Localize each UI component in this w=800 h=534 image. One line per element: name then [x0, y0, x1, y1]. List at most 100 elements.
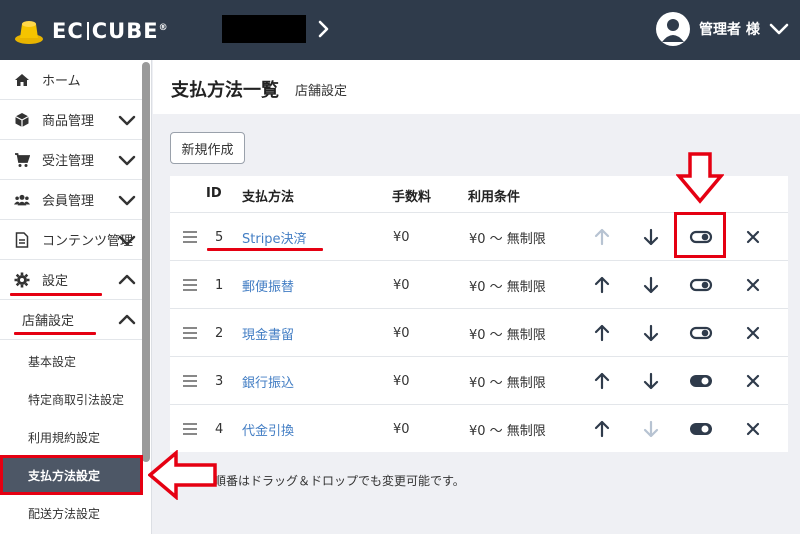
ec-cube-logo[interactable]: EC CUBE® [14, 14, 169, 48]
column-header-condition: 利用条件 [468, 190, 521, 205]
arrow-down-icon[interactable] [641, 275, 661, 295]
column-header-fee: 手数料 [392, 190, 432, 205]
sidebar-subitem-label: 特定商取引法設定 [28, 392, 125, 407]
cell-condition: ¥0 ～ 無制限 [469, 279, 546, 295]
logo-text-right: CUBE [91, 19, 159, 43]
payment-method-link[interactable]: Stripe決済 [242, 213, 307, 261]
cell-condition: ¥0 ～ 無制限 [469, 327, 546, 343]
sidebar-subitem-terms[interactable]: 利用規約設定 [0, 418, 142, 456]
annotation-arrow-left-icon [148, 450, 217, 500]
visibility-toggle-icon[interactable] [688, 323, 714, 343]
logo-mark: ® [158, 23, 169, 33]
drag-handle-icon[interactable] [180, 323, 200, 343]
chevron-down-icon[interactable] [118, 151, 136, 169]
payment-method-link[interactable]: 郵便振替 [242, 261, 294, 309]
column-header-method: 支払方法 [242, 190, 295, 205]
cell-fee: ¥0 [393, 421, 410, 437]
chevron-down-icon[interactable] [768, 18, 790, 40]
cell-fee: ¥0 [393, 373, 410, 389]
sidebar-item-label: ホーム [42, 74, 81, 89]
annotation-underline-stripe [207, 248, 323, 251]
visibility-toggle-icon[interactable] [688, 371, 714, 391]
payment-method-link[interactable]: 代金引換 [242, 405, 294, 453]
payment-method-link[interactable]: 銀行振込 [242, 357, 294, 405]
sidebar-item-label: 会員管理 [42, 194, 95, 209]
arrow-down-icon[interactable] [641, 371, 661, 391]
logo-separator [86, 22, 89, 40]
sidebar-item-label: 設定 [42, 274, 69, 289]
table-row[interactable]: 1 郵便振替 ¥0 ¥0 ～ 無制限 [170, 260, 788, 308]
annotation-box-toggle [674, 212, 726, 258]
visibility-toggle-icon[interactable] [688, 419, 714, 439]
payment-method-link[interactable]: 現金書留 [242, 309, 294, 357]
arrow-up-icon[interactable] [592, 419, 612, 439]
drag-handle-icon[interactable] [180, 275, 200, 295]
arrow-down-icon[interactable] [641, 323, 661, 343]
cell-fee: ¥0 [393, 277, 410, 293]
chevron-up-icon[interactable] [118, 311, 136, 329]
sidebar-subitem-label: 利用規約設定 [28, 430, 101, 445]
sidebar-item-customers[interactable]: 会員管理 [0, 180, 142, 220]
cube-icon [14, 112, 30, 128]
cell-id: 1 [215, 277, 224, 293]
delete-icon[interactable] [743, 323, 763, 343]
chevron-right-icon[interactable] [315, 16, 333, 42]
sidebar-subheader-label: 店舗設定 [22, 314, 75, 329]
page-title: 支払方法一覧 [171, 80, 279, 101]
drag-handle-icon[interactable] [180, 371, 200, 391]
user-menu[interactable]: 管理者 様 [656, 12, 790, 46]
arrow-up-icon [594, 228, 610, 246]
shop-name-redacted[interactable] [222, 15, 306, 43]
arrow-up-icon[interactable] [592, 275, 612, 295]
new-payment-button[interactable]: 新規作成 [170, 132, 245, 164]
sidebar-item-contents[interactable]: コンテンツ管理 [0, 220, 142, 260]
page-titlebar: 支払方法一覧 店舗設定 [153, 60, 800, 114]
arrow-up-icon[interactable] [592, 323, 612, 343]
user-name: 管理者 様 [699, 22, 760, 38]
chevron-down-icon[interactable] [118, 191, 136, 209]
visibility-toggle-icon[interactable] [688, 275, 714, 295]
page-subtitle: 店舗設定 [295, 84, 348, 99]
sidebar-item-products[interactable]: 商品管理 [0, 100, 142, 140]
annotation-arrow-down-icon [676, 152, 724, 204]
cell-fee: ¥0 [393, 325, 410, 341]
drag-handle-icon[interactable] [180, 419, 200, 439]
arrow-up-icon[interactable] [592, 371, 612, 391]
sidebar-item-label: 受注管理 [42, 154, 95, 169]
sidebar-item-label: 商品管理 [42, 114, 95, 129]
arrow-down-icon[interactable] [641, 227, 661, 247]
delete-icon[interactable] [743, 419, 763, 439]
logo-hat-icon [15, 21, 43, 44]
chevron-down-icon[interactable] [118, 111, 136, 129]
cell-id: 2 [215, 325, 224, 341]
sidebar-subitem-label: 基本設定 [28, 354, 77, 369]
document-icon [14, 231, 30, 248]
column-header-id: ID [206, 186, 222, 201]
delete-icon[interactable] [743, 227, 763, 247]
table-row[interactable]: 2 現金書留 ¥0 ¥0 ～ 無制限 [170, 308, 788, 356]
annotation-box-payment-nav [0, 455, 143, 495]
drag-drop-note: 順番はドラッグ＆ドロップでも変更可能です。 [214, 474, 465, 488]
table-row[interactable]: 4 代金引換 ¥0 ¥0 ～ 無制限 [170, 404, 788, 452]
cell-condition: ¥0 ～ 無制限 [469, 231, 546, 247]
sidebar-subitem-basic[interactable]: 基本設定 [0, 342, 142, 380]
sidebar-subitem-delivery[interactable]: 配送方法設定 [0, 494, 142, 532]
sidebar-scrollbar[interactable] [142, 62, 150, 462]
cell-id: 3 [215, 373, 224, 389]
drag-handle-icon[interactable] [180, 227, 200, 247]
chevron-up-icon[interactable] [118, 271, 136, 289]
cell-condition: ¥0 ～ 無制限 [469, 375, 546, 391]
annotation-underline-store-settings [14, 332, 96, 335]
delete-icon[interactable] [743, 275, 763, 295]
sidebar-item-home[interactable]: ホーム [0, 60, 142, 100]
delete-icon[interactable] [743, 371, 763, 391]
sidebar-subitem-tokushoho[interactable]: 特定商取引法設定 [0, 380, 142, 418]
cell-id: 4 [215, 421, 224, 437]
home-icon [14, 72, 30, 88]
sidebar-item-orders[interactable]: 受注管理 [0, 140, 142, 180]
table-row[interactable]: 3 銀行振込 ¥0 ¥0 ～ 無制限 [170, 356, 788, 404]
users-icon [14, 192, 30, 208]
chevron-down-icon[interactable] [118, 231, 136, 249]
annotation-underline-settings [10, 293, 102, 296]
arrow-down-icon [643, 420, 659, 438]
